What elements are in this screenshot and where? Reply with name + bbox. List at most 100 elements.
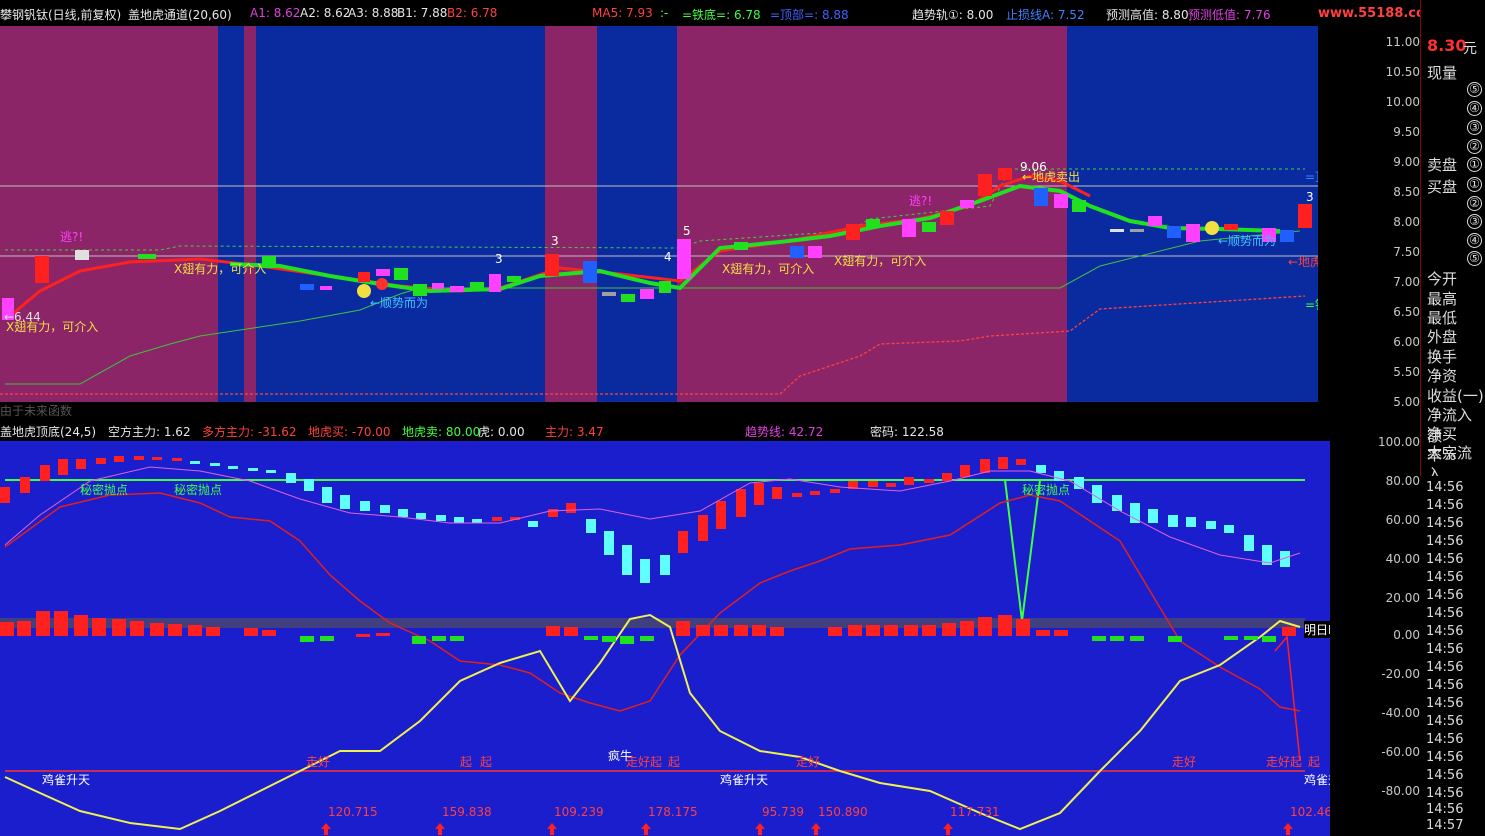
forecast-low: 预测低值: 7.76 [1188, 8, 1271, 22]
time-row: 14:57 [1426, 818, 1464, 833]
quote-row: 收益(一) [1427, 387, 1484, 405]
candle [507, 276, 521, 282]
sub-tick: -20.00 [1381, 667, 1420, 681]
band-red [0, 26, 218, 402]
price-tick: 7.00 [1393, 275, 1420, 289]
candle [489, 274, 501, 292]
buy-arrows [321, 823, 1293, 835]
indicator-name[interactable]: 盖地虎通道(20,60) [128, 6, 232, 23]
candle [940, 211, 954, 225]
dihu-sell-value: 地虎卖: 80.00 [402, 425, 481, 439]
candle [960, 200, 974, 208]
time-row: 14:56 [1426, 498, 1464, 513]
value-label: 178.175 [648, 805, 698, 819]
price-tick: 5.50 [1393, 365, 1420, 379]
time-row: 14:56 [1426, 802, 1464, 817]
last-price: 8.30 [1427, 36, 1467, 55]
level-marker: ⑤ [1467, 251, 1482, 266]
time-row: 14:56 [1426, 588, 1464, 603]
candle [808, 246, 822, 258]
count-label: 3 [495, 252, 503, 266]
value-label: 117.731 [950, 805, 1000, 819]
red-spike [1274, 635, 1301, 762]
sub-tick: 80.00 [1385, 474, 1420, 488]
signal-label: 鸡雀升天 [1304, 773, 1330, 787]
count-label: 3 [551, 234, 559, 248]
sub-tick: -40.00 [1381, 706, 1420, 720]
time-row: 14:56 [1426, 696, 1464, 711]
price-tick: 9.50 [1393, 125, 1420, 139]
sub-indicator-name[interactable]: 盖地虎顶底(24,5) [0, 423, 96, 440]
time-row: 14:56 [1426, 786, 1464, 801]
ma5-value: MA5: 7.93 [592, 6, 653, 20]
quote-row: 外盘 [1427, 328, 1458, 346]
sub-tick: 0.00 [1393, 628, 1420, 642]
sub-chart-svg [0, 456, 1305, 835]
sub-tick: 20.00 [1385, 591, 1420, 605]
price-tick: 8.00 [1393, 215, 1420, 229]
green-spike [1004, 479, 1041, 622]
price-tick: 10.50 [1385, 65, 1420, 79]
sell-label: 卖盘 [1427, 156, 1458, 174]
sub-indicator-chart[interactable]: 秘密抛点 秘密抛点 秘密抛点 鸡雀升天 鸡雀升天 鸡雀升天 走好 起 起 疯牛 … [0, 441, 1330, 836]
signal-label: X翅有力，可介入 [834, 254, 927, 268]
time-row: 14:56 [1426, 750, 1464, 765]
count-label: 3 [1306, 190, 1314, 204]
candle [677, 239, 691, 279]
dingbu-value: =顶部=: 8.88 [770, 8, 849, 22]
time-row: 14:56 [1426, 732, 1464, 747]
sub-tick: 40.00 [1385, 552, 1420, 566]
escape-label: 逃?! [909, 194, 933, 208]
signal-label: 走好 [796, 755, 821, 769]
sub-tick: 60.00 [1385, 513, 1420, 527]
signal-label: X翅有力，可介入 [6, 320, 99, 334]
signal-label: 秘密抛点 [174, 483, 223, 497]
price-tick: 8.50 [1393, 185, 1420, 199]
candle [1186, 224, 1200, 242]
current-volume-label: 现量 [1427, 64, 1458, 82]
candle [790, 246, 804, 258]
dihu-buy-value: 地虎买: -70.00 [308, 425, 391, 439]
quote-row: 净资 [1427, 367, 1458, 385]
a2-value: A2: 8.62 [300, 6, 351, 20]
b1-value: B1: 7.88 [397, 6, 448, 20]
band-red [677, 26, 1067, 402]
buy-label: 买盘 [1427, 178, 1458, 196]
trend-label: ←顺势而为 [1218, 234, 1277, 248]
value-label: 150.890 [818, 805, 868, 819]
level-marker: ② [1467, 139, 1482, 154]
time-row: 14:56 [1426, 606, 1464, 621]
forecast-high: 预测高值: 8.80 [1106, 8, 1189, 22]
candle [1298, 204, 1312, 228]
buy-signal: ←地虎买入 [1288, 255, 1318, 269]
title-bar: 攀钢钒钛(日线,前复权) 盖地虎通道(20,60) A1: 8.62 A2: 8… [0, 0, 1439, 26]
time-row: 14:56 [1426, 678, 1464, 693]
band-red [244, 26, 256, 402]
price-tick: 5.00 [1393, 395, 1420, 409]
candle [621, 294, 635, 302]
time-row: 14:56 [1426, 480, 1464, 495]
main-price-chart[interactable]: ←6.44 X翅有力，可介入 X翅有力，可介入 X翅有力，可介入 X翅有力，可介… [0, 26, 1318, 402]
value-label: 102.466 [1290, 805, 1330, 819]
signal-label: X翅有力，可介入 [722, 262, 815, 276]
time-row: 14:56 [1426, 768, 1464, 783]
signal-label: 走好 [306, 755, 331, 769]
candle [376, 269, 390, 276]
candle [659, 281, 671, 293]
peak-label: 9.06 [1020, 160, 1047, 174]
hu-value: 虎: 0.00 [478, 425, 525, 439]
signal-label: 起 [668, 755, 681, 769]
level-marker: ④ [1467, 233, 1482, 248]
code-value: 密码: 122.58 [870, 425, 944, 439]
candle [1224, 224, 1238, 230]
price-tick: 10.00 [1385, 95, 1420, 109]
tiedi-value: =铁底=: 6.78 [682, 8, 761, 22]
candle [1167, 226, 1181, 238]
signal-label: 起 [1308, 755, 1321, 769]
hidden-note: 由于未来函数 [0, 404, 73, 418]
stock-title[interactable]: 攀钢钒钛(日线,前复权) [0, 6, 121, 23]
top-bars [0, 456, 1290, 583]
signal-label: 秘密抛点 [80, 483, 129, 497]
forecast-label: 明日NO [1304, 621, 1330, 638]
time-row: 14:56 [1426, 534, 1464, 549]
